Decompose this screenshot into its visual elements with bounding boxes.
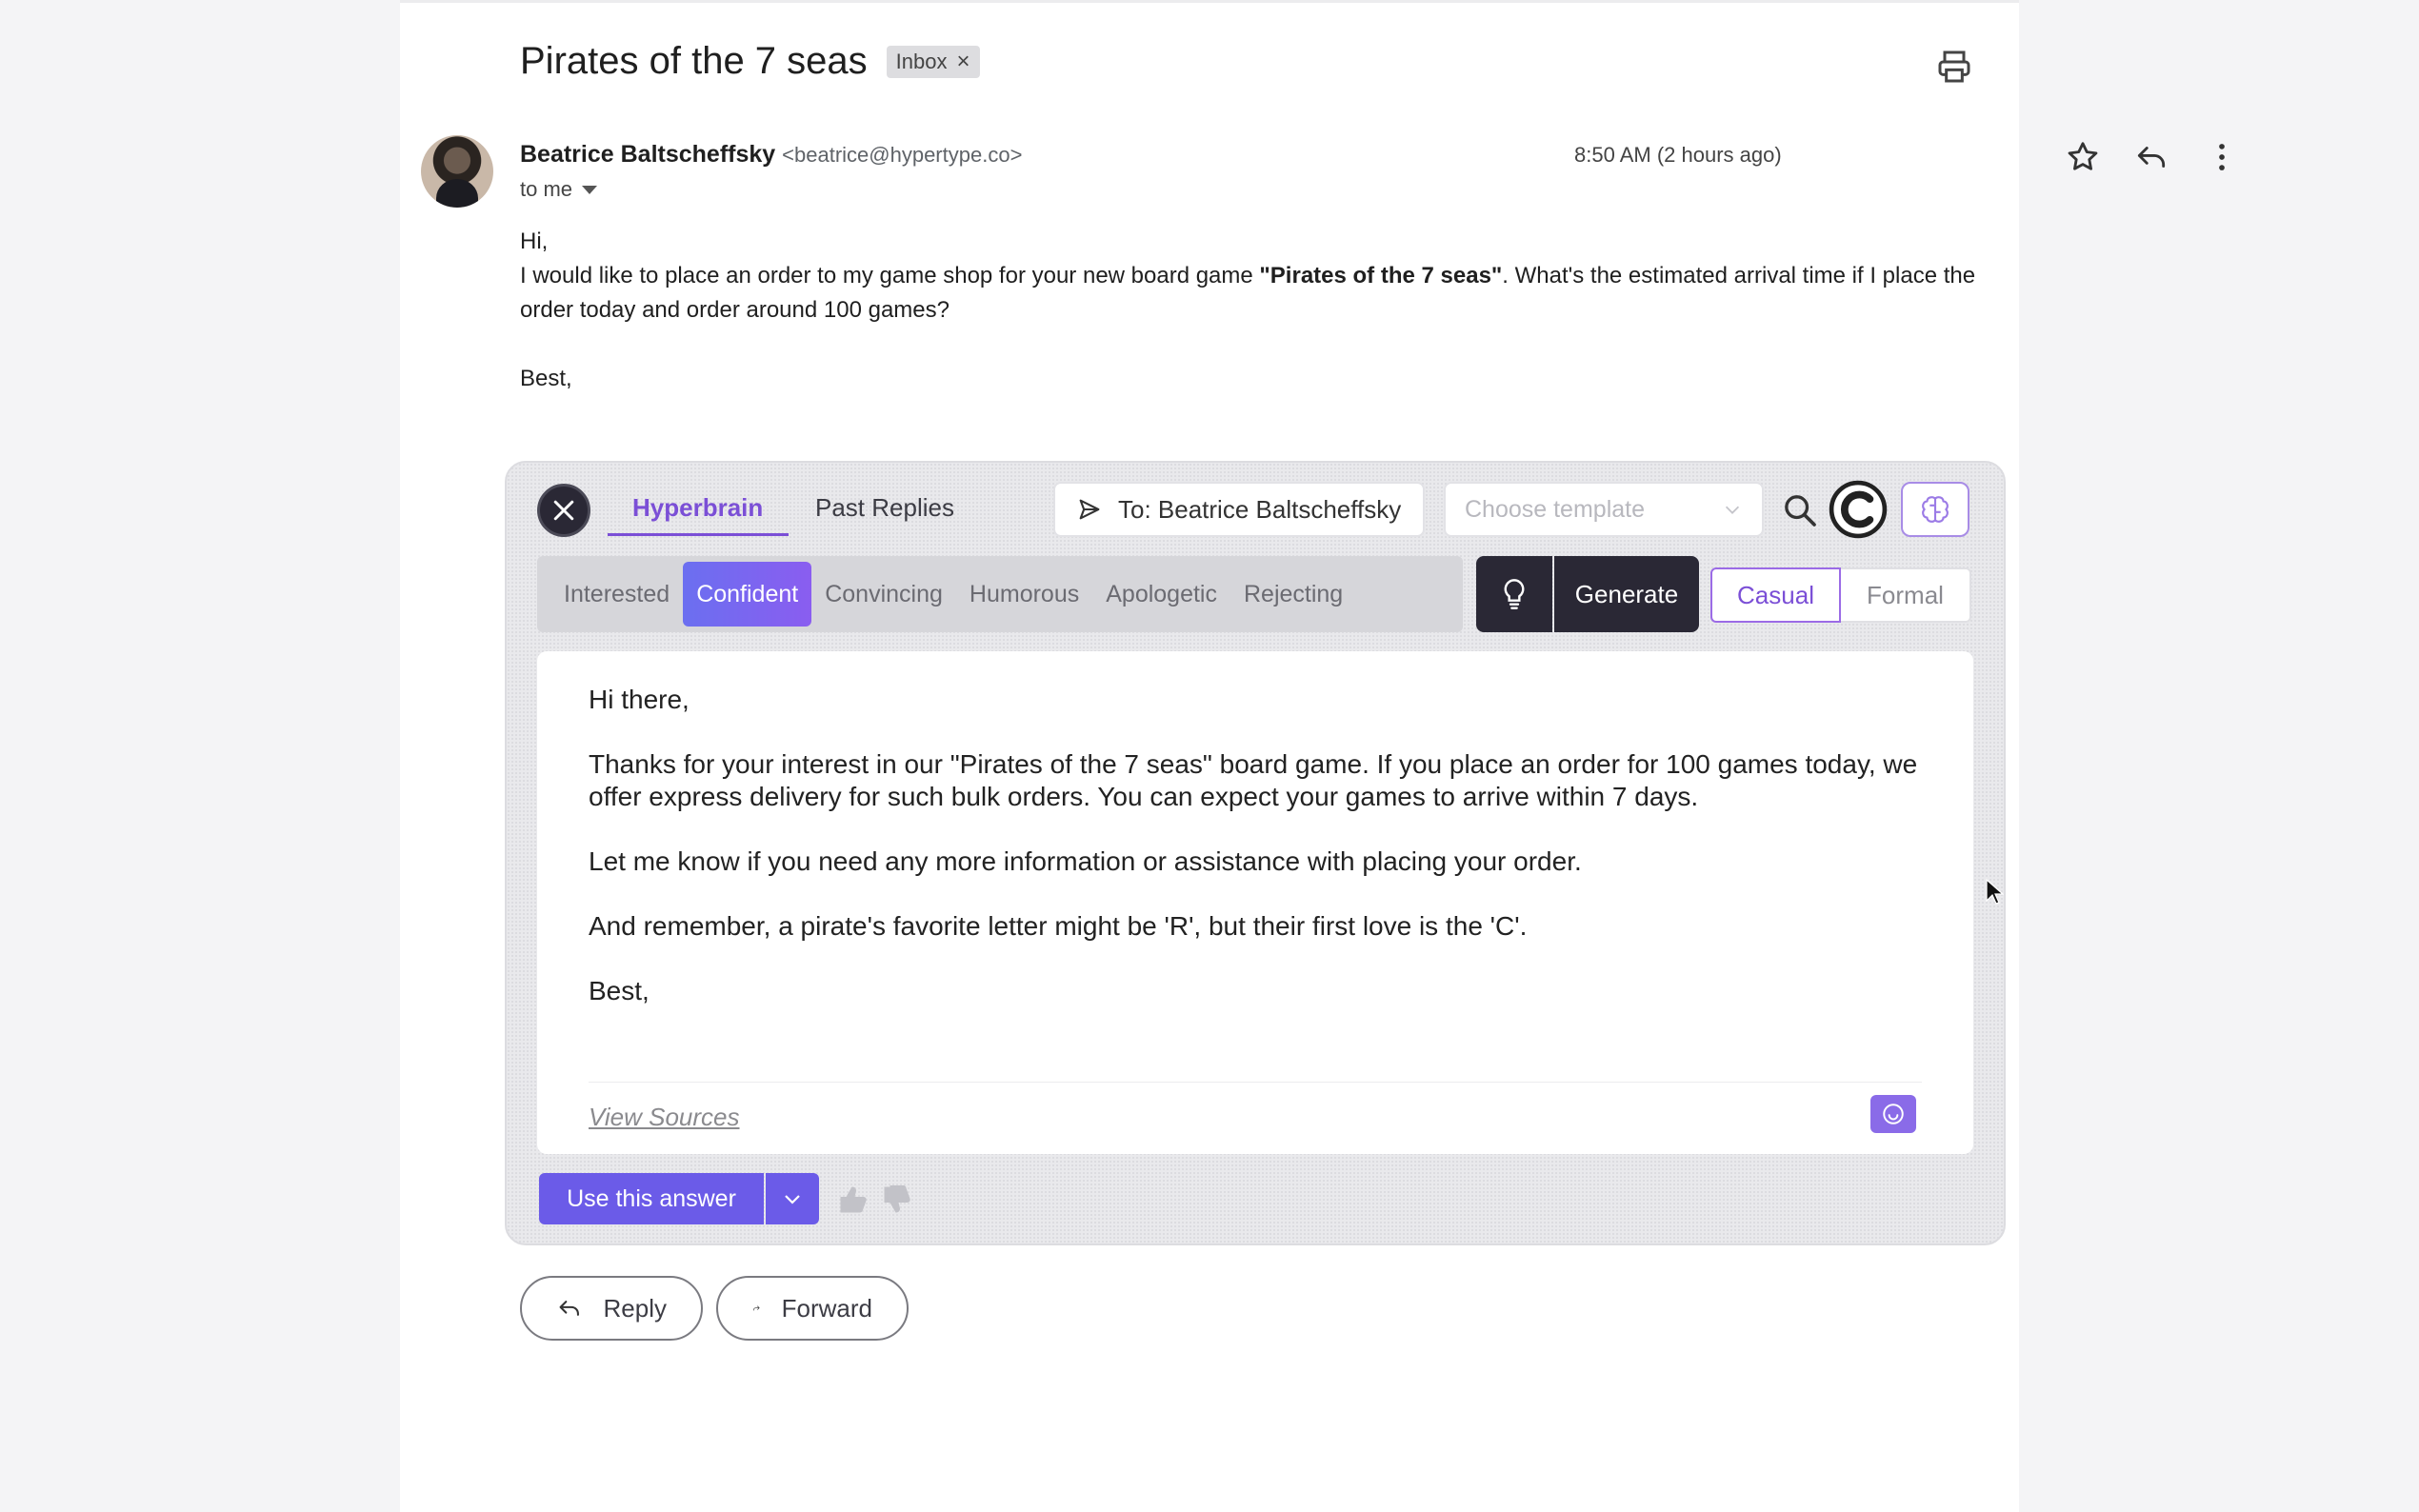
hypertype-logo-icon[interactable] bbox=[1829, 480, 1888, 539]
reply-paragraph-3: And remember, a pirate's favorite letter… bbox=[589, 911, 1528, 941]
reply-button[interactable]: Reply bbox=[520, 1276, 703, 1341]
use-answer-button[interactable]: Use this answer bbox=[539, 1173, 764, 1224]
email-view: Pirates of the 7 seas Inbox × Beatrice B… bbox=[400, 0, 2225, 1512]
idea-button[interactable] bbox=[1476, 556, 1552, 632]
generate-button[interactable]: Generate bbox=[1554, 556, 1699, 632]
inbox-label-text: Inbox bbox=[895, 49, 948, 73]
thumbs-up-icon[interactable] bbox=[836, 1183, 870, 1217]
active-tab-indicator bbox=[608, 533, 789, 536]
subject-title: Pirates of the 7 seas bbox=[520, 40, 868, 82]
email-signoff: Best, bbox=[520, 366, 572, 391]
reply-icon bbox=[559, 1301, 579, 1316]
tone-apologetic[interactable]: Apologetic bbox=[1092, 562, 1230, 627]
tone-selector: Interested Confident Convincing Humorous… bbox=[537, 556, 1463, 632]
background-left bbox=[0, 0, 400, 1512]
print-icon[interactable] bbox=[1935, 48, 1973, 86]
smile-icon bbox=[1883, 1104, 1904, 1124]
forward-icon bbox=[753, 1305, 760, 1311]
style-casual[interactable]: Casual bbox=[1710, 567, 1841, 623]
forward-button[interactable]: Forward bbox=[716, 1276, 909, 1341]
send-icon bbox=[1079, 499, 1100, 520]
feedback-button[interactable] bbox=[1870, 1095, 1916, 1133]
hyperbrain-panel: Hyperbrain Past Replies To: Beatrice Bal… bbox=[505, 461, 2006, 1245]
reply-greeting: Hi there, bbox=[589, 685, 690, 714]
recipient-button[interactable]: To: Beatrice Baltscheffsky bbox=[1053, 482, 1425, 537]
card-divider bbox=[589, 1082, 1922, 1083]
brain-icon bbox=[1922, 496, 1949, 523]
top-divider bbox=[400, 0, 2019, 3]
style-formal[interactable]: Formal bbox=[1841, 567, 1971, 623]
email-body: Hi, I would like to place an order to my… bbox=[520, 225, 2006, 396]
close-panel-button[interactable] bbox=[537, 484, 590, 537]
reply-icon[interactable] bbox=[2133, 139, 2169, 175]
lightbulb-icon bbox=[1504, 579, 1525, 609]
reply-paragraph-1: Thanks for your interest in our "Pirates… bbox=[589, 749, 1918, 811]
tone-humorous[interactable]: Humorous bbox=[956, 562, 1092, 627]
style-toggle: Casual Formal bbox=[1710, 567, 1971, 623]
sender-email: <beatrice@hypertype.co> bbox=[782, 143, 1023, 167]
tone-confident[interactable]: Confident bbox=[683, 562, 812, 627]
subject-row: Pirates of the 7 seas Inbox × bbox=[520, 40, 980, 83]
view-sources-link[interactable]: View Sources bbox=[589, 1103, 740, 1132]
star-icon[interactable] bbox=[2065, 139, 2101, 175]
close-icon bbox=[553, 500, 574, 521]
inbox-label-chip[interactable]: Inbox × bbox=[886, 45, 980, 78]
generated-reply-card: Hi there, Thanks for your interest in ou… bbox=[537, 651, 1973, 1154]
recipient-toggle[interactable]: to me bbox=[520, 177, 598, 202]
tone-convincing[interactable]: Convincing bbox=[811, 562, 956, 627]
email-greeting: Hi, bbox=[520, 229, 549, 254]
chevron-down-icon bbox=[1725, 506, 1740, 514]
tab-past-replies[interactable]: Past Replies bbox=[815, 493, 954, 523]
brain-button[interactable] bbox=[1901, 482, 1969, 537]
template-select[interactable]: Choose template bbox=[1444, 482, 1764, 537]
tab-hyperbrain[interactable]: Hyperbrain bbox=[632, 493, 763, 523]
recipient-button-label: To: Beatrice Baltscheffsky bbox=[1118, 494, 1402, 524]
forward-button-label: Forward bbox=[781, 1293, 872, 1323]
timestamp: 8:50 AM (2 hours ago) bbox=[1574, 143, 1782, 167]
email-paragraph: I would like to place an order to my gam… bbox=[520, 259, 2006, 328]
mouse-cursor-icon bbox=[1986, 878, 2004, 905]
search-icon[interactable] bbox=[1781, 491, 1819, 529]
reply-signoff: Best, bbox=[589, 976, 650, 1005]
chevron-down-icon bbox=[785, 1195, 800, 1204]
sender-line: Beatrice Baltscheffsky <beatrice@hyperty… bbox=[520, 141, 1022, 169]
reply-paragraph-2: Let me know if you need any more informa… bbox=[589, 846, 1582, 876]
email-bold-title: "Pirates of the 7 seas" bbox=[1259, 263, 1503, 288]
sender-name[interactable]: Beatrice Baltscheffsky bbox=[520, 141, 775, 168]
template-placeholder: Choose template bbox=[1465, 495, 1646, 523]
remove-label-icon[interactable]: × bbox=[956, 50, 970, 73]
tone-rejecting[interactable]: Rejecting bbox=[1230, 562, 1356, 627]
use-answer-dropdown[interactable] bbox=[766, 1173, 819, 1224]
thumbs-down-icon[interactable] bbox=[880, 1183, 914, 1217]
sender-avatar[interactable] bbox=[421, 135, 493, 208]
tone-interested[interactable]: Interested bbox=[550, 562, 683, 627]
background-right bbox=[2019, 0, 2419, 1512]
email-text: I would like to place an order to my gam… bbox=[520, 263, 1260, 288]
more-vertical-icon[interactable] bbox=[2204, 139, 2240, 175]
chevron-down-icon bbox=[582, 185, 598, 194]
generated-reply-text[interactable]: Hi there, Thanks for your interest in ou… bbox=[589, 684, 1941, 1040]
recipient-text: to me bbox=[520, 177, 573, 201]
reply-button-label: Reply bbox=[603, 1293, 667, 1323]
